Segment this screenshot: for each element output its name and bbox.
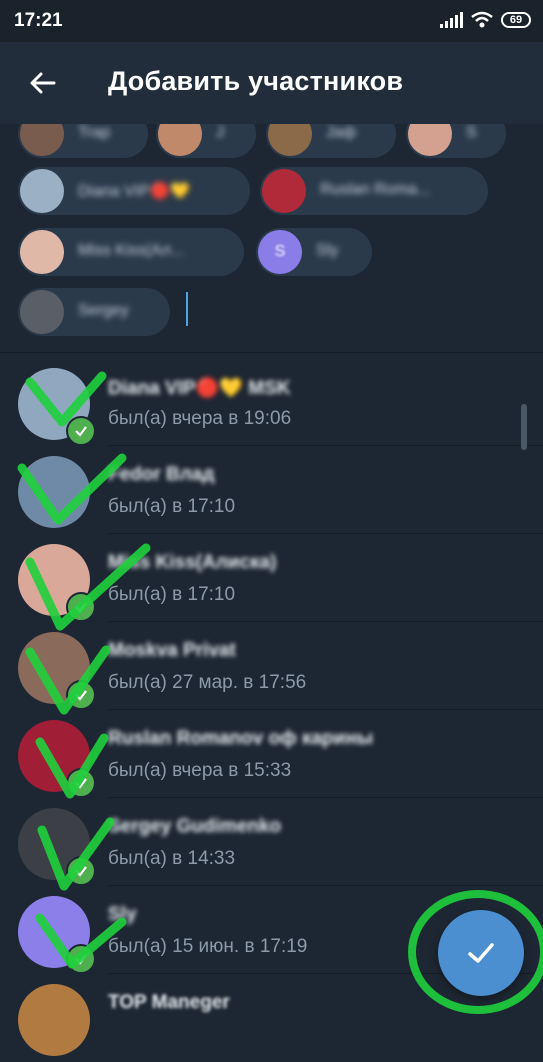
status-icons: 69 [440,9,531,31]
status-bar: 17:21 69 [0,0,543,42]
chip-label: Miss Kiss(Ал... [78,242,185,259]
chip-participant[interactable]: Sergey [18,288,170,336]
avatar [158,124,202,156]
chip-participant[interactable]: S [406,124,506,158]
list-item[interactable]: Fedor Влад был(а) в 17:10 [0,446,543,534]
battery-level: 69 [509,14,523,26]
check-icon [66,768,96,798]
page-title: Добавить участников [108,66,404,96]
chip-label: J [216,124,224,141]
contact-status: был(а) вчера в 19:06 [108,408,292,429]
list-item[interactable]: Ruslan Romanov оф карины был(а) вчера в … [0,710,543,798]
contact-status: был(а) в 14:33 [108,848,236,869]
list-item[interactable]: Diana VIP🔴💛 MSK был(а) вчера в 19:06 [0,358,543,446]
contact-name: Ruslan Romanov оф карины [108,728,374,749]
avatar [18,456,90,528]
chip-label: Jaф [326,124,357,141]
chip-label: Sly [316,242,339,259]
divider [0,352,543,353]
chip-participant[interactable]: S Sly [256,228,372,276]
toolbar: Добавить участников [0,42,543,124]
contact-name: Diana VIP🔴💛 MSK [108,378,291,399]
battery-icon: 69 [501,12,531,28]
avatar [262,169,306,213]
avatar [20,169,64,213]
contact-status: был(а) вчера в 15:33 [108,760,292,781]
avatar [20,124,64,156]
list-item[interactable]: Moskva Privat был(а) 27 мар. в 17:56 [0,622,543,710]
chip-label: S [466,124,477,141]
check-icon [66,944,96,974]
check-icon [468,943,494,963]
avatar [268,124,312,156]
contact-name: Fedor Влад [108,464,215,485]
contact-name: Sergey Gudimenko [108,816,282,837]
chip-participant[interactable]: Ruslan Roma... [260,167,488,215]
contact-name: Miss Kiss(Алиска) [108,552,277,573]
selected-participants: Trap J Jaф S Diana VIP🔴💛 Ruslan Roma... … [0,124,543,352]
avatar [20,230,64,274]
chip-participant[interactable]: J [156,124,256,158]
chip-participant[interactable]: Diana VIP🔴💛 [18,167,250,215]
list-item[interactable]: Miss Kiss(Алиска) был(а) в 17:10 [0,534,543,622]
done-button[interactable] [438,910,524,996]
chip-participant[interactable]: Miss Kiss(Ал... [18,228,244,276]
signal-icon [440,12,463,28]
chip-label: Diana VIP🔴💛 [78,183,190,200]
scrollbar[interactable] [521,404,527,450]
chip-participant[interactable]: Trap [18,124,148,158]
avatar [408,124,452,156]
back-arrow-icon[interactable] [28,68,58,98]
check-icon [66,856,96,886]
contact-name: Sly [108,904,137,925]
avatar-initial: S [274,243,286,260]
chip-label: Sergey [78,302,129,319]
contact-status: был(а) в 17:10 [108,496,236,517]
check-icon [66,680,96,710]
list-item[interactable]: Sergey Gudimenko был(а) в 14:33 [0,798,543,886]
status-time: 17:21 [14,10,63,31]
contact-status: был(а) 15 июн. в 17:19 [108,936,308,957]
text-cursor[interactable] [186,292,188,326]
avatar: S [258,230,302,274]
contact-status: был(а) в 17:10 [108,584,236,605]
check-icon [66,592,96,622]
avatar [20,290,64,334]
contact-name: Moskva Privat [108,640,236,661]
avatar [18,984,90,1056]
contact-name: TOP Maneger [108,992,230,1013]
chip-participant[interactable]: Jaф [266,124,396,158]
contact-status: был(а) 27 мар. в 17:56 [108,672,307,693]
wifi-icon [471,11,493,28]
check-icon [66,416,96,446]
chip-label: Ruslan Roma... [320,181,431,198]
chip-label: Trap [78,124,111,141]
